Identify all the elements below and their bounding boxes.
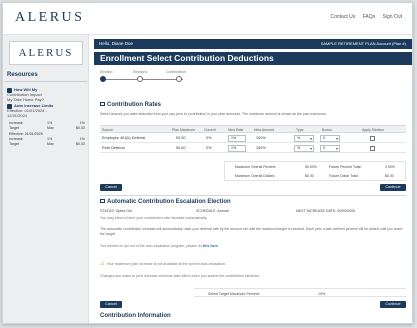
rates-table-header: Source Plan Maximum Current New Rate New… — [100, 125, 406, 133]
target-row: Select Target Maximum Percent: 10% — [194, 288, 406, 297]
step-label: Election — [100, 70, 113, 74]
totals-box: Maximum Overall Percent: 50.00% Future P… — [224, 161, 406, 181]
contribution-info-title: Contribution Information — [100, 313, 171, 319]
main-content: Hello, Diane Doe SAMPLE RETIREMENT PLAN … — [94, 35, 412, 323]
continue-button[interactable]: Continue — [380, 184, 406, 191]
top-links: Contact Us FAQs Sign Out — [325, 14, 403, 20]
type-select[interactable]: % — [294, 144, 314, 152]
app-window: ALERUS Contact Us FAQs Sign Out ALERUS R… — [2, 2, 413, 324]
resource-row: Increase 1% 1% — [9, 137, 85, 141]
account-selector[interactable]: SAMPLE RETIREMENT PLAN Account (Plan #) — [321, 39, 406, 49]
cancel-button[interactable]: Cancel — [100, 301, 122, 308]
new-rate-input[interactable]: 1% — [228, 144, 246, 152]
sidebar-logo: ALERUS — [9, 41, 83, 65]
page-title: Enrollment Select Contribution Deduction… — [94, 52, 412, 65]
apply-election-checkbox[interactable] — [370, 135, 375, 141]
table-icon — [100, 102, 105, 106]
escalation-description: The automatic contribution increase will… — [100, 227, 403, 236]
warning-line: ⚠ Your maximum plan increase is not avail… — [100, 261, 227, 267]
brand-logo[interactable]: ALERUS — [15, 10, 84, 26]
section-divider — [100, 195, 406, 196]
target-value[interactable]: 10% — [318, 292, 325, 296]
resource-row: Increase 1% 1% — [9, 121, 85, 125]
type-select[interactable]: % — [294, 134, 314, 142]
continue-button[interactable]: Continue — [380, 301, 406, 308]
resources-divider — [5, 81, 87, 82]
table-icon — [100, 199, 105, 203]
resource-item-take-home-pay[interactable]: How Will My Contribution Impact My Take … — [7, 87, 85, 102]
escalation-title: Automatic Contribution Escalation Electi… — [100, 199, 231, 205]
bonus-select[interactable]: 0 — [320, 134, 340, 142]
step-dot-active — [100, 76, 106, 82]
table-row: Roth Deferral 50.00 0% 1% 100% % 0 — [100, 143, 406, 153]
table-row: Employee 401(k) Deferral 50.00 0% 1% 100… — [100, 133, 406, 143]
step-label: Confirmation — [166, 70, 186, 74]
user-bar: Hello, Diane Doe SAMPLE RETIREMENT PLAN … — [94, 39, 412, 49]
bonus-select[interactable]: 0 — [320, 144, 340, 152]
step-dot — [137, 76, 143, 82]
contact-us-link[interactable]: Contact Us — [331, 14, 356, 20]
opt-in-link[interactable]: this here — [203, 244, 218, 248]
opt-out-line: You elected to opt out of the auto-escal… — [100, 244, 218, 248]
resource-row: Effective: 01/01/2025 — [9, 132, 43, 136]
faqs-link[interactable]: FAQs — [363, 14, 376, 20]
step-label: Elections — [133, 70, 148, 74]
sign-out-link[interactable]: Sign Out — [383, 14, 402, 20]
progress-steps: Election Elections Confirmation — [100, 70, 190, 84]
step-dot — [176, 76, 182, 82]
sidebar: ALERUS Resources How Will My Contributio… — [3, 35, 89, 323]
user-greeting: Hello, Diane Doe — [99, 41, 134, 46]
top-bar: ALERUS Contact Us FAQs Sign Out — [3, 3, 412, 35]
resource-item-line: 12/31/2024 — [7, 112, 28, 118]
new-rate-input[interactable]: 1% — [228, 134, 246, 142]
escalation-note: You may elect to have your contribution … — [100, 216, 208, 220]
resources-title: Resources — [7, 72, 38, 78]
cancel-button[interactable]: Cancel — [100, 184, 122, 191]
change-note: Changes you make to your increase electi… — [100, 274, 260, 278]
resource-item-auto-increase[interactable]: Auto Increase Limits Effective: 01/01/20… — [7, 103, 85, 118]
resource-item-line: My Take Home Pay? — [7, 96, 44, 102]
warning-icon: ⚠ — [100, 261, 105, 267]
apply-election-checkbox[interactable] — [370, 145, 375, 151]
contribution-rates-title: Contribution Rates — [100, 102, 161, 108]
resource-row: Target Max $0.00 — [9, 142, 85, 146]
resource-row: Target Max $0.00 — [9, 126, 85, 130]
contribution-rates-description: Select amount you want deducted from you… — [100, 112, 327, 116]
progress-line — [103, 79, 183, 80]
